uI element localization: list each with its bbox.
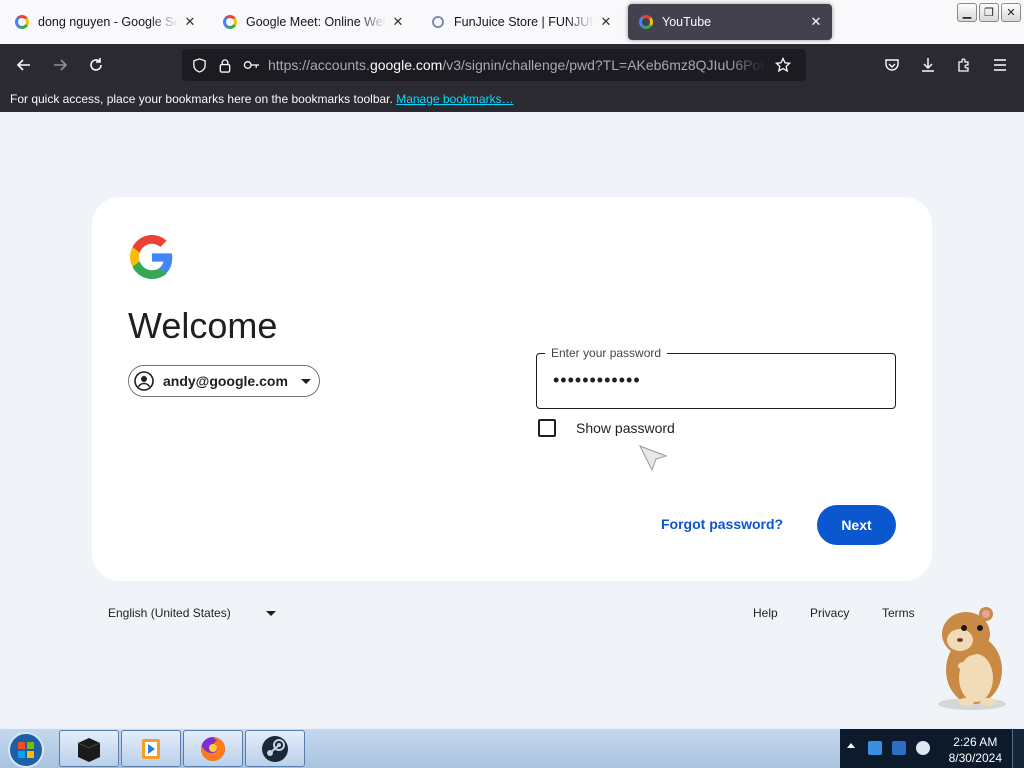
show-desktop-button[interactable] (1012, 729, 1024, 768)
monitor-icon[interactable] (892, 741, 906, 755)
page-title: Welcome (128, 305, 278, 346)
shield-icon[interactable] (186, 52, 212, 78)
tab-title: YouTube (662, 15, 712, 29)
account-circle-icon (134, 371, 154, 391)
reload-icon (90, 58, 102, 71)
bookmarks-message: For quick access, place your bookmarks h… (10, 92, 393, 106)
window-controls: ▁ ❐ ✕ (955, 3, 1021, 22)
start-button[interactable] (4, 730, 50, 768)
tab-google-meet[interactable]: Google Meet: Online Web and Video Confer… (212, 4, 414, 40)
menu-button[interactable] (986, 52, 1014, 78)
back-button[interactable] (10, 52, 38, 78)
funjuice-icon (430, 14, 446, 30)
terms-link[interactable]: Terms (882, 606, 915, 620)
google-g-icon (14, 14, 30, 30)
network-icon[interactable] (868, 741, 882, 755)
system-tray: 2:26 AM 8/30/2024 (840, 729, 1024, 768)
help-link[interactable]: Help (753, 606, 778, 620)
signin-card: Welcome andy@google.com Enter your passw… (92, 197, 932, 581)
language-selector[interactable]: English (United States) (108, 606, 276, 620)
tab-youtube[interactable]: YouTube ✕ (628, 4, 832, 40)
back-arrow-icon (16, 59, 30, 71)
tab-funjuice[interactable]: FunJuice Store | FUNJUICE.VN ✕ (420, 4, 622, 40)
tab-title: FunJuice Store | FUNJUICE.VN (454, 15, 594, 29)
language-label: English (United States) (108, 606, 231, 620)
show-password-toggle[interactable]: Show password (538, 419, 675, 437)
show-password-label: Show password (576, 420, 675, 436)
firefox-icon (200, 736, 225, 761)
close-icon[interactable]: ✕ (808, 14, 824, 30)
puzzle-icon (958, 58, 969, 72)
privacy-link[interactable]: Privacy (810, 606, 849, 620)
taskbar-app-steam[interactable] (245, 730, 305, 767)
show-hidden-icons-icon[interactable] (847, 743, 855, 748)
hamburger-menu-icon (994, 59, 1006, 71)
password-input[interactable]: •••••••••••• (553, 370, 641, 391)
volume-icon[interactable] (916, 741, 930, 755)
nav-toolbar: https://accounts.google.com/v3/signin/ch… (0, 44, 1024, 86)
minimize-icon[interactable]: ▁ (957, 3, 977, 22)
forward-arrow-icon (54, 59, 68, 71)
address-bar[interactable]: https://accounts.google.com/v3/signin/ch… (182, 49, 806, 81)
pocket-icon (885, 59, 899, 71)
next-button[interactable]: Next (817, 505, 896, 545)
hamster-desktop-pet (938, 607, 1006, 710)
taskbar-app-media-player[interactable] (121, 730, 181, 767)
tab-strip: dong nguyen - Google Search ✕ Google Mee… (0, 0, 1024, 44)
password-field[interactable]: Enter your password •••••••••••• (536, 346, 896, 409)
url-text[interactable]: https://accounts.google.com/v3/signin/ch… (268, 57, 766, 73)
close-icon[interactable]: ✕ (390, 14, 406, 30)
taskbar: 2:26 AM 8/30/2024 (0, 728, 1024, 768)
clock-date: 8/30/2024 (948, 751, 1002, 765)
google-g-icon (222, 14, 238, 30)
taskbar-app-black-box[interactable] (59, 730, 119, 767)
downloads-button[interactable] (914, 52, 942, 78)
close-icon[interactable]: ✕ (598, 14, 614, 30)
tab-title: Google Meet: Online Web and Video Confer… (246, 15, 386, 29)
account-chip[interactable]: andy@google.com (128, 365, 320, 397)
account-email: andy@google.com (163, 373, 288, 389)
google-g-icon (638, 14, 654, 30)
manage-bookmarks-link[interactable]: Manage bookmarks… (396, 92, 513, 106)
taskbar-app-firefox[interactable] (183, 730, 243, 767)
media-player-icon (142, 738, 160, 759)
clock-time: 2:26 AM (953, 735, 998, 749)
download-icon (922, 58, 934, 72)
tab-google-search[interactable]: dong nguyen - Google Search ✕ (4, 4, 206, 40)
lock-icon[interactable] (212, 52, 238, 78)
show-password-checkbox[interactable] (538, 419, 556, 437)
extensions-button[interactable] (950, 52, 978, 78)
password-label: Enter your password (545, 346, 668, 360)
tab-title: dong nguyen - Google Search (38, 15, 178, 29)
taskbar-clock[interactable]: 2:26 AM 8/30/2024 (949, 734, 1002, 766)
restore-icon[interactable]: ❐ (979, 3, 999, 22)
bookmark-star-icon[interactable] (770, 52, 796, 78)
reload-button[interactable] (82, 52, 110, 78)
key-icon[interactable] (238, 52, 264, 78)
pocket-button[interactable] (878, 52, 906, 78)
forgot-password-link[interactable]: Forgot password? (661, 516, 783, 532)
close-window-icon[interactable]: ✕ (1001, 3, 1021, 22)
mouse-cursor-icon (638, 445, 668, 472)
forward-button[interactable] (46, 52, 74, 78)
steam-icon (262, 735, 288, 762)
bookmarks-toolbar: For quick access, place your bookmarks h… (0, 86, 1024, 112)
chevron-down-icon (265, 610, 276, 616)
close-icon[interactable]: ✕ (182, 14, 198, 30)
google-logo (130, 235, 173, 279)
chevron-down-icon (301, 378, 311, 384)
black-box-app-icon (77, 737, 101, 762)
